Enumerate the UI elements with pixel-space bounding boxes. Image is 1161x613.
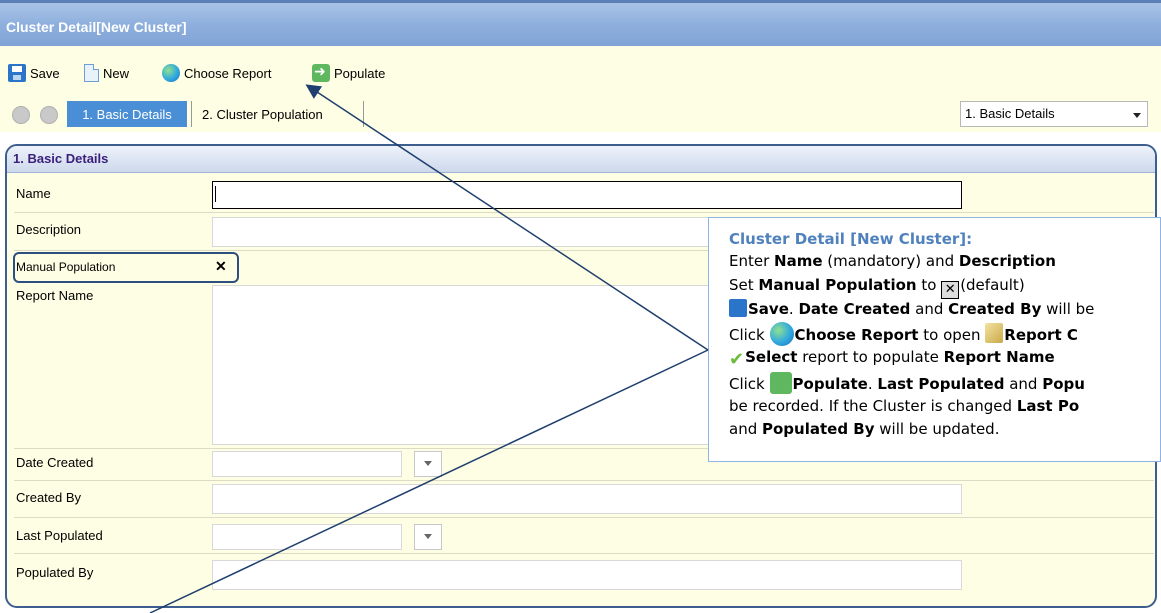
callout-pointer-lines	[149, 84, 709, 613]
pointer-line-bottom	[149, 349, 709, 613]
pointer-line-choose-report	[305, 84, 709, 351]
